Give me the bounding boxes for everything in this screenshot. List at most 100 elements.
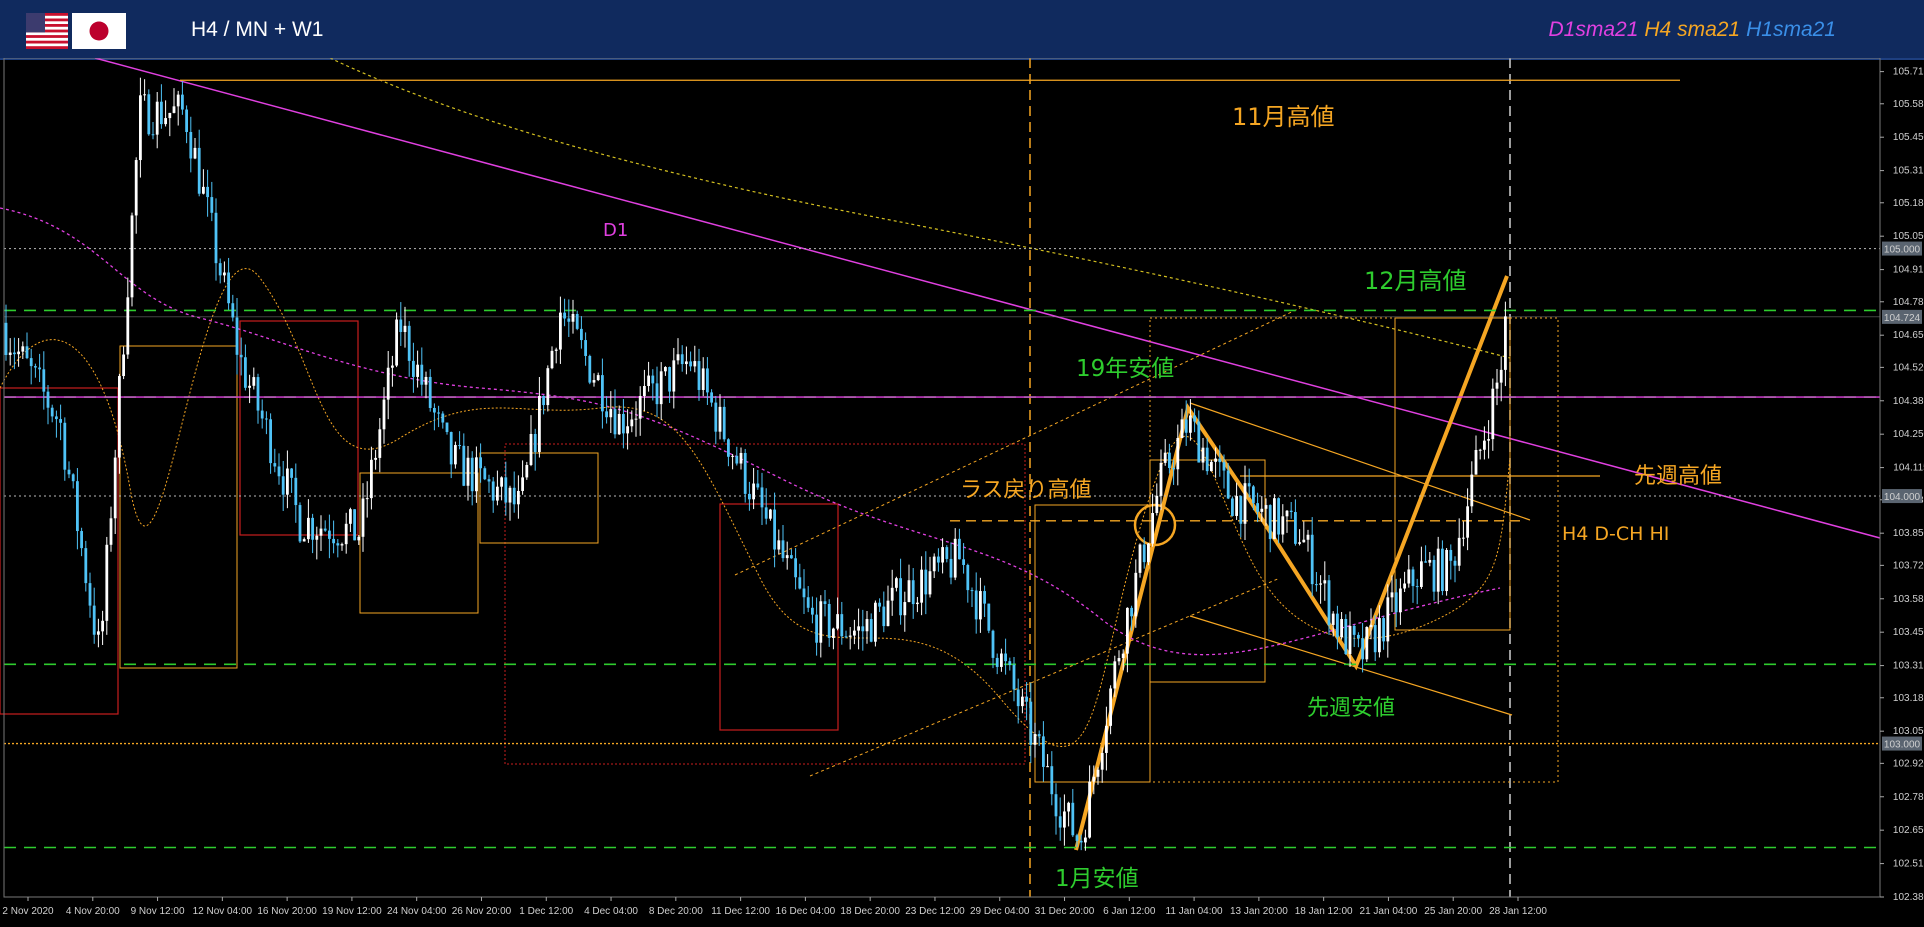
time-tick-label: 4 Dec 04:00 bbox=[584, 906, 638, 917]
candle bbox=[941, 538, 944, 574]
candle bbox=[181, 81, 184, 115]
candle bbox=[80, 527, 83, 557]
candle bbox=[1058, 797, 1062, 841]
candle bbox=[1478, 448, 1482, 460]
currency-flags bbox=[26, 13, 126, 49]
candle bbox=[8, 338, 12, 366]
candle bbox=[172, 88, 176, 114]
candle bbox=[1315, 571, 1318, 592]
candle bbox=[365, 481, 369, 518]
candle bbox=[1016, 678, 1020, 724]
candle bbox=[88, 572, 92, 618]
price-highlight-label: 103.000 bbox=[1882, 736, 1922, 751]
candle bbox=[861, 609, 865, 651]
candle bbox=[882, 591, 886, 633]
candle bbox=[512, 471, 516, 513]
monthly-range-box bbox=[239, 320, 359, 536]
candle bbox=[1399, 578, 1402, 625]
candle bbox=[214, 198, 218, 281]
candle bbox=[932, 553, 936, 579]
candle bbox=[949, 542, 953, 585]
candle bbox=[794, 548, 797, 590]
candle bbox=[1063, 794, 1066, 846]
candle bbox=[1235, 482, 1238, 520]
candle bbox=[126, 277, 130, 359]
candle bbox=[1159, 449, 1163, 511]
time-tick-label: 26 Nov 20:00 bbox=[452, 906, 512, 917]
candle bbox=[575, 310, 579, 331]
candle bbox=[101, 610, 104, 645]
candle bbox=[1243, 465, 1247, 541]
candle bbox=[722, 399, 726, 442]
price-highlight-label: 104.000 bbox=[1882, 489, 1922, 504]
candle bbox=[189, 116, 193, 173]
annotation-y19-low: 19年安値 bbox=[1076, 356, 1174, 382]
candle bbox=[290, 468, 293, 493]
candle bbox=[25, 332, 29, 360]
candle bbox=[1415, 578, 1419, 605]
legend-h4-sma: H4 sma21 bbox=[1644, 18, 1741, 41]
candle bbox=[865, 611, 869, 644]
candle bbox=[588, 354, 592, 385]
candle bbox=[937, 548, 940, 572]
candle bbox=[1042, 721, 1045, 782]
time-tick-label: 13 Jan 20:00 bbox=[1230, 906, 1288, 917]
candle bbox=[319, 515, 323, 552]
candle bbox=[727, 438, 730, 467]
candle bbox=[517, 475, 520, 519]
price-chart[interactable]: 11月高値 12月高値 19年安値ラス戻り高値 先週高値 H4 D-CH HI 先週安値 1… bbox=[0, 58, 1924, 927]
candle bbox=[693, 345, 697, 373]
candle bbox=[550, 346, 554, 370]
candle bbox=[1155, 483, 1159, 516]
time-tick-label: 18 Jan 12:00 bbox=[1295, 906, 1353, 917]
candle bbox=[529, 415, 533, 467]
candle bbox=[218, 258, 222, 284]
candle bbox=[559, 296, 562, 364]
candle bbox=[626, 409, 629, 450]
candle bbox=[294, 463, 298, 523]
price-tick-label: 104.385 bbox=[1893, 396, 1924, 407]
time-tick-label: 28 Jan 12:00 bbox=[1489, 906, 1547, 917]
candle bbox=[995, 653, 999, 675]
candle bbox=[1449, 544, 1453, 580]
price-highlight-label: 105.000 bbox=[1882, 241, 1922, 256]
candle bbox=[1302, 521, 1306, 543]
candle bbox=[155, 92, 159, 149]
candle bbox=[286, 450, 289, 509]
monthly-range-box bbox=[0, 387, 119, 715]
candle bbox=[1491, 378, 1495, 451]
candle bbox=[958, 528, 961, 560]
candle bbox=[554, 347, 558, 364]
candle bbox=[718, 394, 722, 440]
candle bbox=[323, 520, 327, 532]
candle bbox=[710, 389, 713, 407]
svg-text:103.000: 103.000 bbox=[1884, 740, 1921, 751]
candle bbox=[256, 373, 260, 424]
candle bbox=[546, 365, 550, 412]
candle bbox=[386, 351, 390, 420]
candle bbox=[1054, 783, 1058, 835]
candle bbox=[59, 404, 62, 441]
candle bbox=[1428, 552, 1432, 567]
annotation-jan-low: 1月安値 bbox=[1055, 866, 1139, 892]
candle bbox=[1218, 445, 1222, 477]
candle bbox=[349, 507, 352, 532]
candle bbox=[210, 181, 214, 222]
candle bbox=[168, 112, 172, 137]
candle bbox=[676, 338, 680, 365]
price-tick-label: 104.785 bbox=[1893, 297, 1924, 308]
candle bbox=[928, 556, 932, 598]
candle bbox=[651, 369, 655, 401]
legend-h1-sma: H1sma21 bbox=[1746, 18, 1836, 41]
candle bbox=[680, 345, 684, 372]
price-tick-label: 102.650 bbox=[1893, 825, 1924, 836]
candle bbox=[147, 89, 151, 136]
candle bbox=[13, 337, 16, 370]
candle bbox=[1294, 499, 1297, 546]
candle bbox=[1432, 555, 1436, 601]
candle bbox=[1462, 521, 1465, 547]
monthly-range-box bbox=[504, 443, 1026, 765]
price-tick-label: 103.050 bbox=[1893, 726, 1924, 737]
price-tick-label: 103.850 bbox=[1893, 528, 1924, 539]
candle bbox=[378, 418, 382, 473]
